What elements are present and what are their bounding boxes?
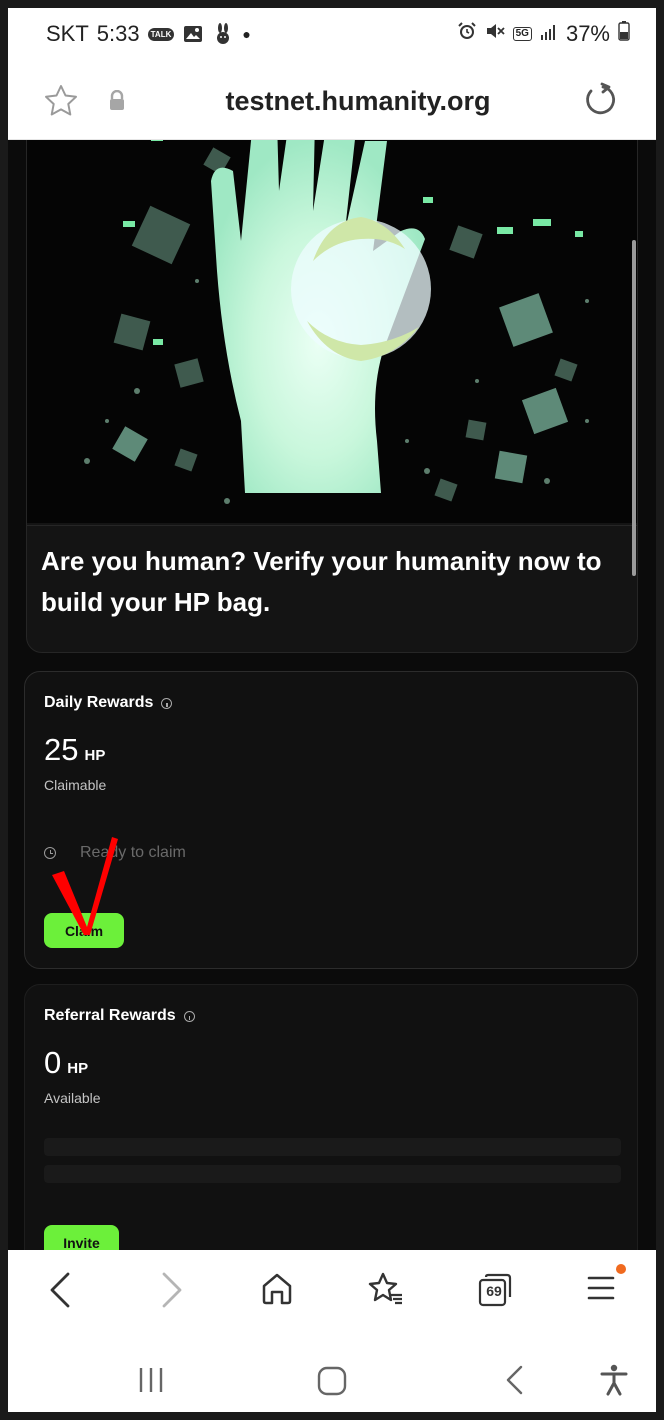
tab-count: 69 bbox=[486, 1283, 502, 1299]
daily-rewards-unit: HP bbox=[84, 747, 106, 764]
status-left: SKT 5:33 TALK ● bbox=[46, 21, 251, 47]
home-icon[interactable] bbox=[260, 1272, 294, 1311]
reload-icon[interactable] bbox=[582, 82, 618, 123]
daily-rewards-amount: 25 HP bbox=[44, 732, 105, 768]
bookmark-star-icon[interactable] bbox=[44, 84, 78, 121]
back-arrow-icon[interactable] bbox=[48, 1272, 72, 1313]
address-bar: testnet.humanity.org bbox=[8, 60, 656, 140]
signal-icon bbox=[540, 21, 558, 47]
battery-percent: 37% bbox=[565, 21, 610, 46]
hero-headline: Are you human? Verify your humanity now … bbox=[41, 546, 602, 617]
web-content[interactable]: Are you human? Verify your humanity now … bbox=[8, 140, 656, 1258]
alarm-icon bbox=[457, 21, 477, 47]
hero-divider bbox=[27, 525, 637, 526]
battery-icon bbox=[618, 21, 630, 47]
gallery-icon bbox=[182, 24, 204, 44]
nav-back-icon[interactable] bbox=[504, 1364, 524, 1401]
carrier: SKT bbox=[46, 21, 89, 46]
lock-icon[interactable] bbox=[108, 89, 126, 117]
bookmarks-icon[interactable] bbox=[368, 1272, 404, 1311]
forward-arrow-icon[interactable] bbox=[160, 1272, 184, 1313]
rabbit-icon bbox=[212, 23, 234, 44]
system-navigation-bar bbox=[8, 1332, 656, 1412]
url-text[interactable]: testnet.humanity.org bbox=[138, 86, 578, 117]
status-right: 5G 37% bbox=[457, 21, 630, 47]
status-bar: SKT 5:33 TALK ● 5G 37% bbox=[8, 8, 656, 60]
daily-rewards-status: Claimable bbox=[44, 777, 107, 793]
daily-rewards-title: Daily Rewards bbox=[44, 694, 154, 711]
referral-rewards-card: Referral Rewards 0 HP Available Invite bbox=[24, 984, 638, 1258]
referral-rewards-header: Referral Rewards bbox=[44, 1007, 195, 1025]
network-badge: 5G bbox=[512, 27, 532, 41]
page-scrollbar[interactable] bbox=[632, 240, 636, 576]
hero-illustration bbox=[27, 140, 637, 523]
tabs-icon[interactable]: 69 bbox=[478, 1273, 512, 1307]
recent-apps-icon[interactable] bbox=[136, 1366, 166, 1399]
referral-rewards-value: 0 bbox=[44, 1045, 62, 1080]
chat-icon: TALK bbox=[147, 27, 175, 41]
menu-notification-dot bbox=[616, 1264, 626, 1274]
loading-skeleton bbox=[44, 1138, 621, 1156]
hero-card: Are you human? Verify your humanity now … bbox=[26, 140, 638, 653]
browser-toolbar: 69 bbox=[8, 1250, 656, 1332]
loading-skeleton bbox=[44, 1165, 621, 1183]
home-button-icon[interactable] bbox=[317, 1366, 347, 1401]
referral-rewards-amount: 0 HP bbox=[44, 1045, 88, 1081]
daily-rewards-header: Daily Rewards bbox=[44, 694, 173, 712]
referral-rewards-status: Available bbox=[44, 1090, 101, 1106]
info-icon[interactable] bbox=[161, 697, 173, 709]
mute-icon bbox=[485, 21, 505, 47]
referral-rewards-unit: HP bbox=[67, 1060, 89, 1077]
daily-rewards-value: 25 bbox=[44, 732, 79, 767]
accessibility-icon[interactable] bbox=[600, 1364, 628, 1401]
info-icon[interactable] bbox=[183, 1010, 195, 1022]
referral-rewards-title: Referral Rewards bbox=[44, 1007, 176, 1024]
clock-time: 5:33 bbox=[96, 21, 140, 46]
more-notifications-dot: ● bbox=[242, 26, 251, 42]
menu-icon[interactable] bbox=[586, 1272, 616, 1309]
checkmark-annotation-icon bbox=[52, 837, 118, 935]
phone-screen: SKT 5:33 TALK ● 5G 37% testnet.humanity.… bbox=[8, 8, 656, 1412]
